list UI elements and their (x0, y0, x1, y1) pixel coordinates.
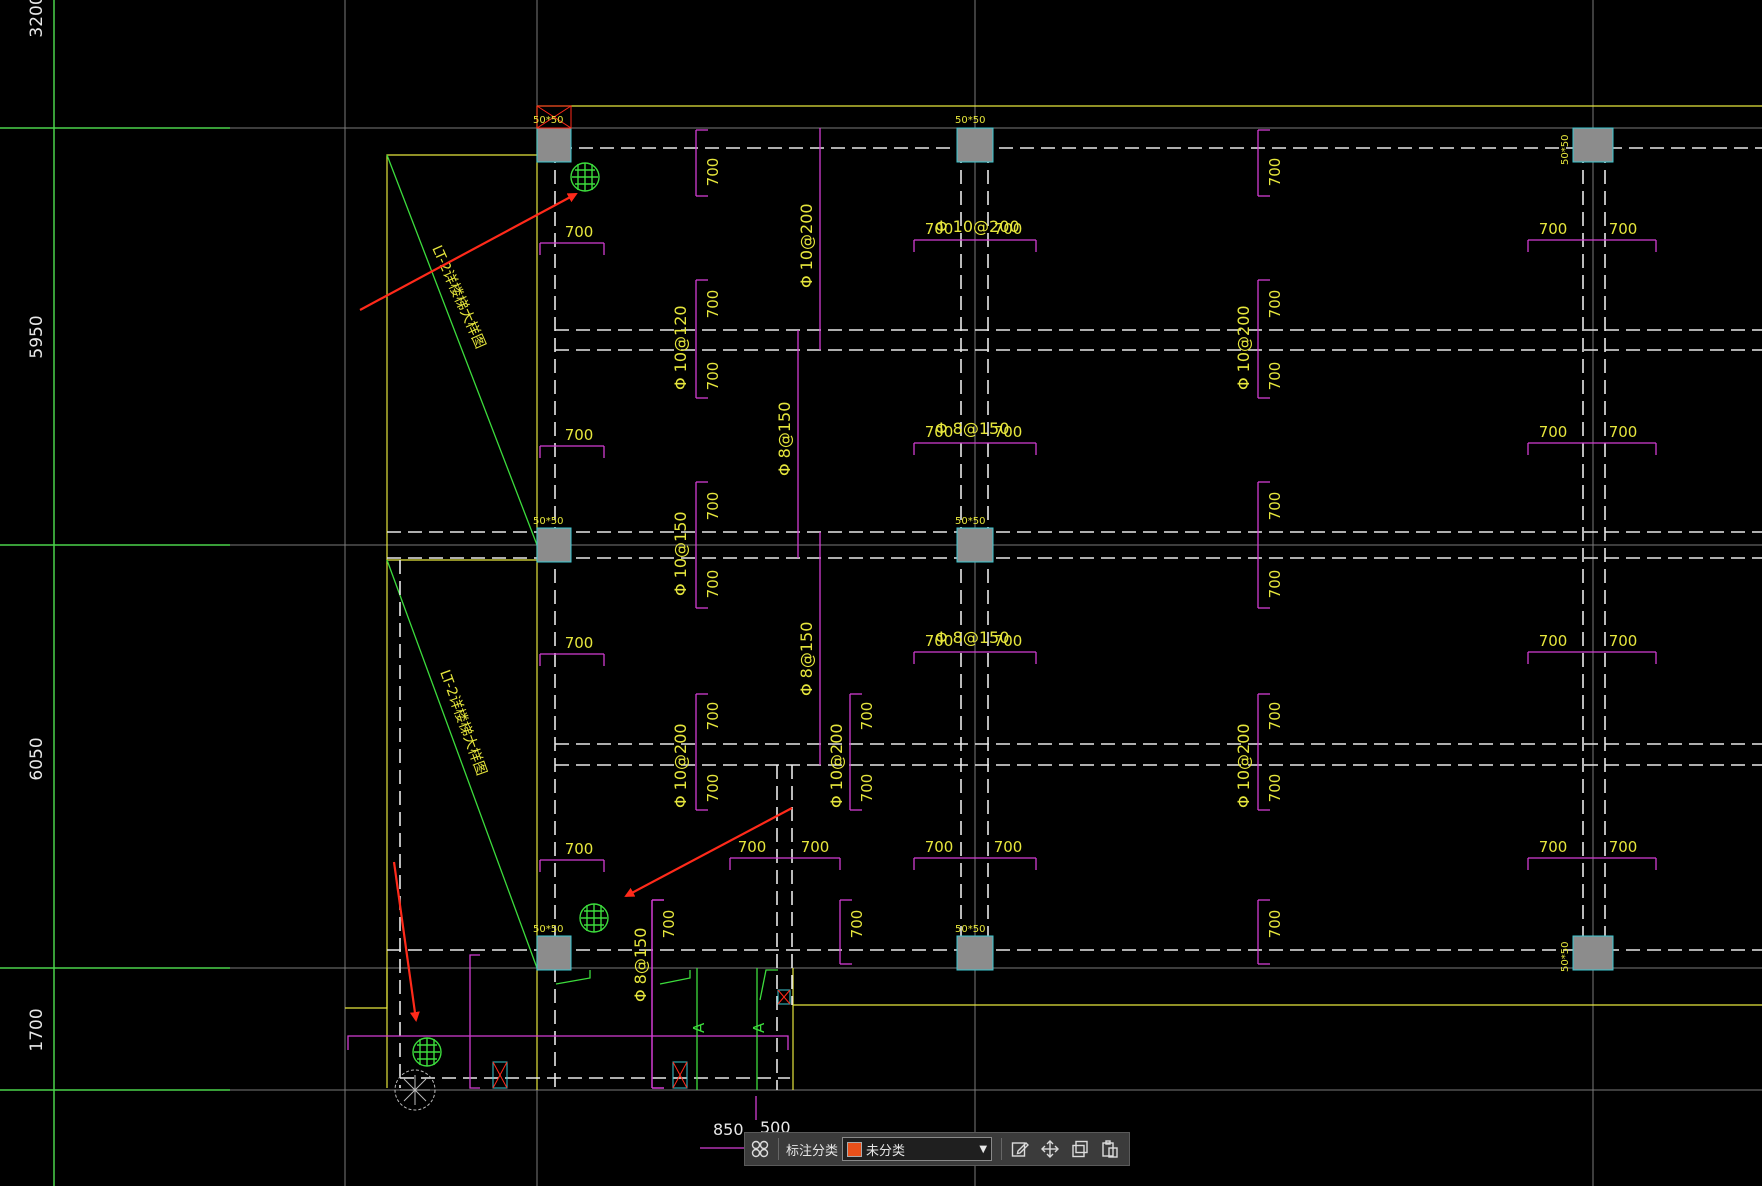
rebar-spec: Φ 10@120 (671, 305, 690, 390)
rebar-length-label: 700 (1266, 570, 1284, 599)
rebar-length-label: 700 (1266, 702, 1284, 731)
marker-circle (570, 162, 600, 192)
rebar-spec: Φ 10@200 (797, 203, 816, 288)
rebar-length-label: 700 (1539, 838, 1568, 856)
rebar-spec: Φ 8@150 (631, 928, 650, 1002)
rebar-length-label: 700 (1266, 910, 1284, 939)
rebar-length-label: 700 (1539, 220, 1568, 238)
rebar-length-label: 700 (1539, 423, 1568, 441)
cad-drawing-canvas[interactable]: 3200 5950 6050 1700 50*50 50*50 50*50 50… (0, 0, 1762, 1186)
rebar-length-label: 700 (801, 838, 830, 856)
rebar-length-label: 700 (565, 840, 594, 858)
rebar-length-label: 700 (704, 702, 722, 731)
rebar-length-label: 700 (704, 158, 722, 187)
rebar-length-label: 700 (704, 362, 722, 391)
rebar-length-label: 700 (1609, 632, 1638, 650)
rebar-spec: Φ 8@150 (797, 622, 816, 696)
grid-cluster-icon[interactable] (745, 1134, 775, 1164)
dim-5950: 5950 (27, 315, 47, 358)
column (956, 127, 994, 163)
category-dropdown[interactable]: 未分类 ▼ (842, 1137, 993, 1161)
rebar-length-label: 700 (1539, 632, 1568, 650)
rebar-length-label: 700 (565, 223, 594, 241)
rebar-length-label: 700 (994, 838, 1023, 856)
toolbar-divider (778, 1138, 779, 1160)
rebar-length-label: 700 (1266, 158, 1284, 187)
rebar-length-label: 700 (704, 570, 722, 599)
rebar-length-label: 700 (565, 634, 594, 652)
rebar-length-label: 700 (704, 290, 722, 319)
rebar-spec: Φ 10@200 (827, 723, 846, 808)
rebar-spec: Φ 8@150 (935, 628, 1009, 647)
rebar-spec: Φ 8@150 (935, 419, 1009, 438)
rebar-length-label: 700 (565, 426, 594, 444)
rebar-spec: Φ 10@200 (671, 723, 690, 808)
marker-circle (412, 1037, 442, 1067)
rebar-length-label: 700 (925, 838, 954, 856)
column-tag: 50*50 (1560, 135, 1571, 165)
rebar-length-label: 700 (848, 910, 866, 939)
column (536, 935, 572, 971)
edit-icon[interactable] (1005, 1134, 1035, 1164)
rebar-length-label: 700 (858, 774, 876, 803)
rebar-spec: Φ 10@200 (1234, 723, 1253, 808)
rebar-length-label: 700 (1609, 838, 1638, 856)
column (956, 527, 994, 563)
section-mark: A (750, 1022, 768, 1033)
move-icon[interactable] (1035, 1134, 1065, 1164)
rebar-length-label: 700 (1266, 362, 1284, 391)
chevron-down-icon: ▼ (979, 1143, 988, 1155)
column (536, 527, 572, 563)
rebar-length-label: 700 (738, 838, 767, 856)
dim-6050: 6050 (27, 737, 47, 780)
category-label: 标注分类 (786, 1143, 839, 1159)
section-mark: A (690, 1022, 708, 1033)
dim-850: 850 (713, 1120, 744, 1139)
rebar-length-label: 700 (1266, 290, 1284, 319)
dim-3200: 3200 (27, 0, 47, 38)
rebar-length-label: 700 (660, 910, 678, 939)
paste-icon[interactable] (1095, 1134, 1125, 1164)
column (536, 127, 572, 163)
column-tag: 50*50 (533, 516, 563, 527)
annotation-toolbar: 标注分类 未分类 ▼ (744, 1132, 1130, 1166)
category-color-swatch (847, 1141, 863, 1157)
rebar-length-label: 700 (704, 492, 722, 521)
category-value: 未分类 (866, 1143, 906, 1159)
rebar-length-label: 700 (1609, 220, 1638, 238)
rebar-length-label: 700 (1609, 423, 1638, 441)
rebar-spec: Φ 10@150 (671, 511, 690, 596)
column-tag: 50*50 (533, 924, 563, 935)
copy-icon[interactable] (1065, 1134, 1095, 1164)
column-tag: 50*50 (955, 924, 985, 935)
rebar-length-label: 700 (858, 702, 876, 731)
column-tag: 50*50 (1560, 942, 1571, 972)
column (1572, 127, 1614, 163)
toolbar-divider (1001, 1138, 1003, 1160)
rebar-length-label: 700 (1266, 492, 1284, 521)
rebar-length-label: 700 (1266, 774, 1284, 803)
marker-circle (579, 903, 609, 933)
column (956, 935, 994, 971)
rebar-length-label: 700 (704, 774, 722, 803)
rebar-spec: Φ 8@150 (775, 402, 794, 476)
column-tag: 50*50 (955, 115, 985, 126)
column-tag: 50*50 (955, 516, 985, 527)
rebar-spec: Φ 10@200 (935, 217, 1020, 236)
column-tag: 50*50 (533, 115, 563, 126)
rebar-spec: Φ 10@200 (1234, 305, 1253, 390)
dim-1700: 1700 (27, 1008, 47, 1051)
column (1572, 935, 1614, 971)
